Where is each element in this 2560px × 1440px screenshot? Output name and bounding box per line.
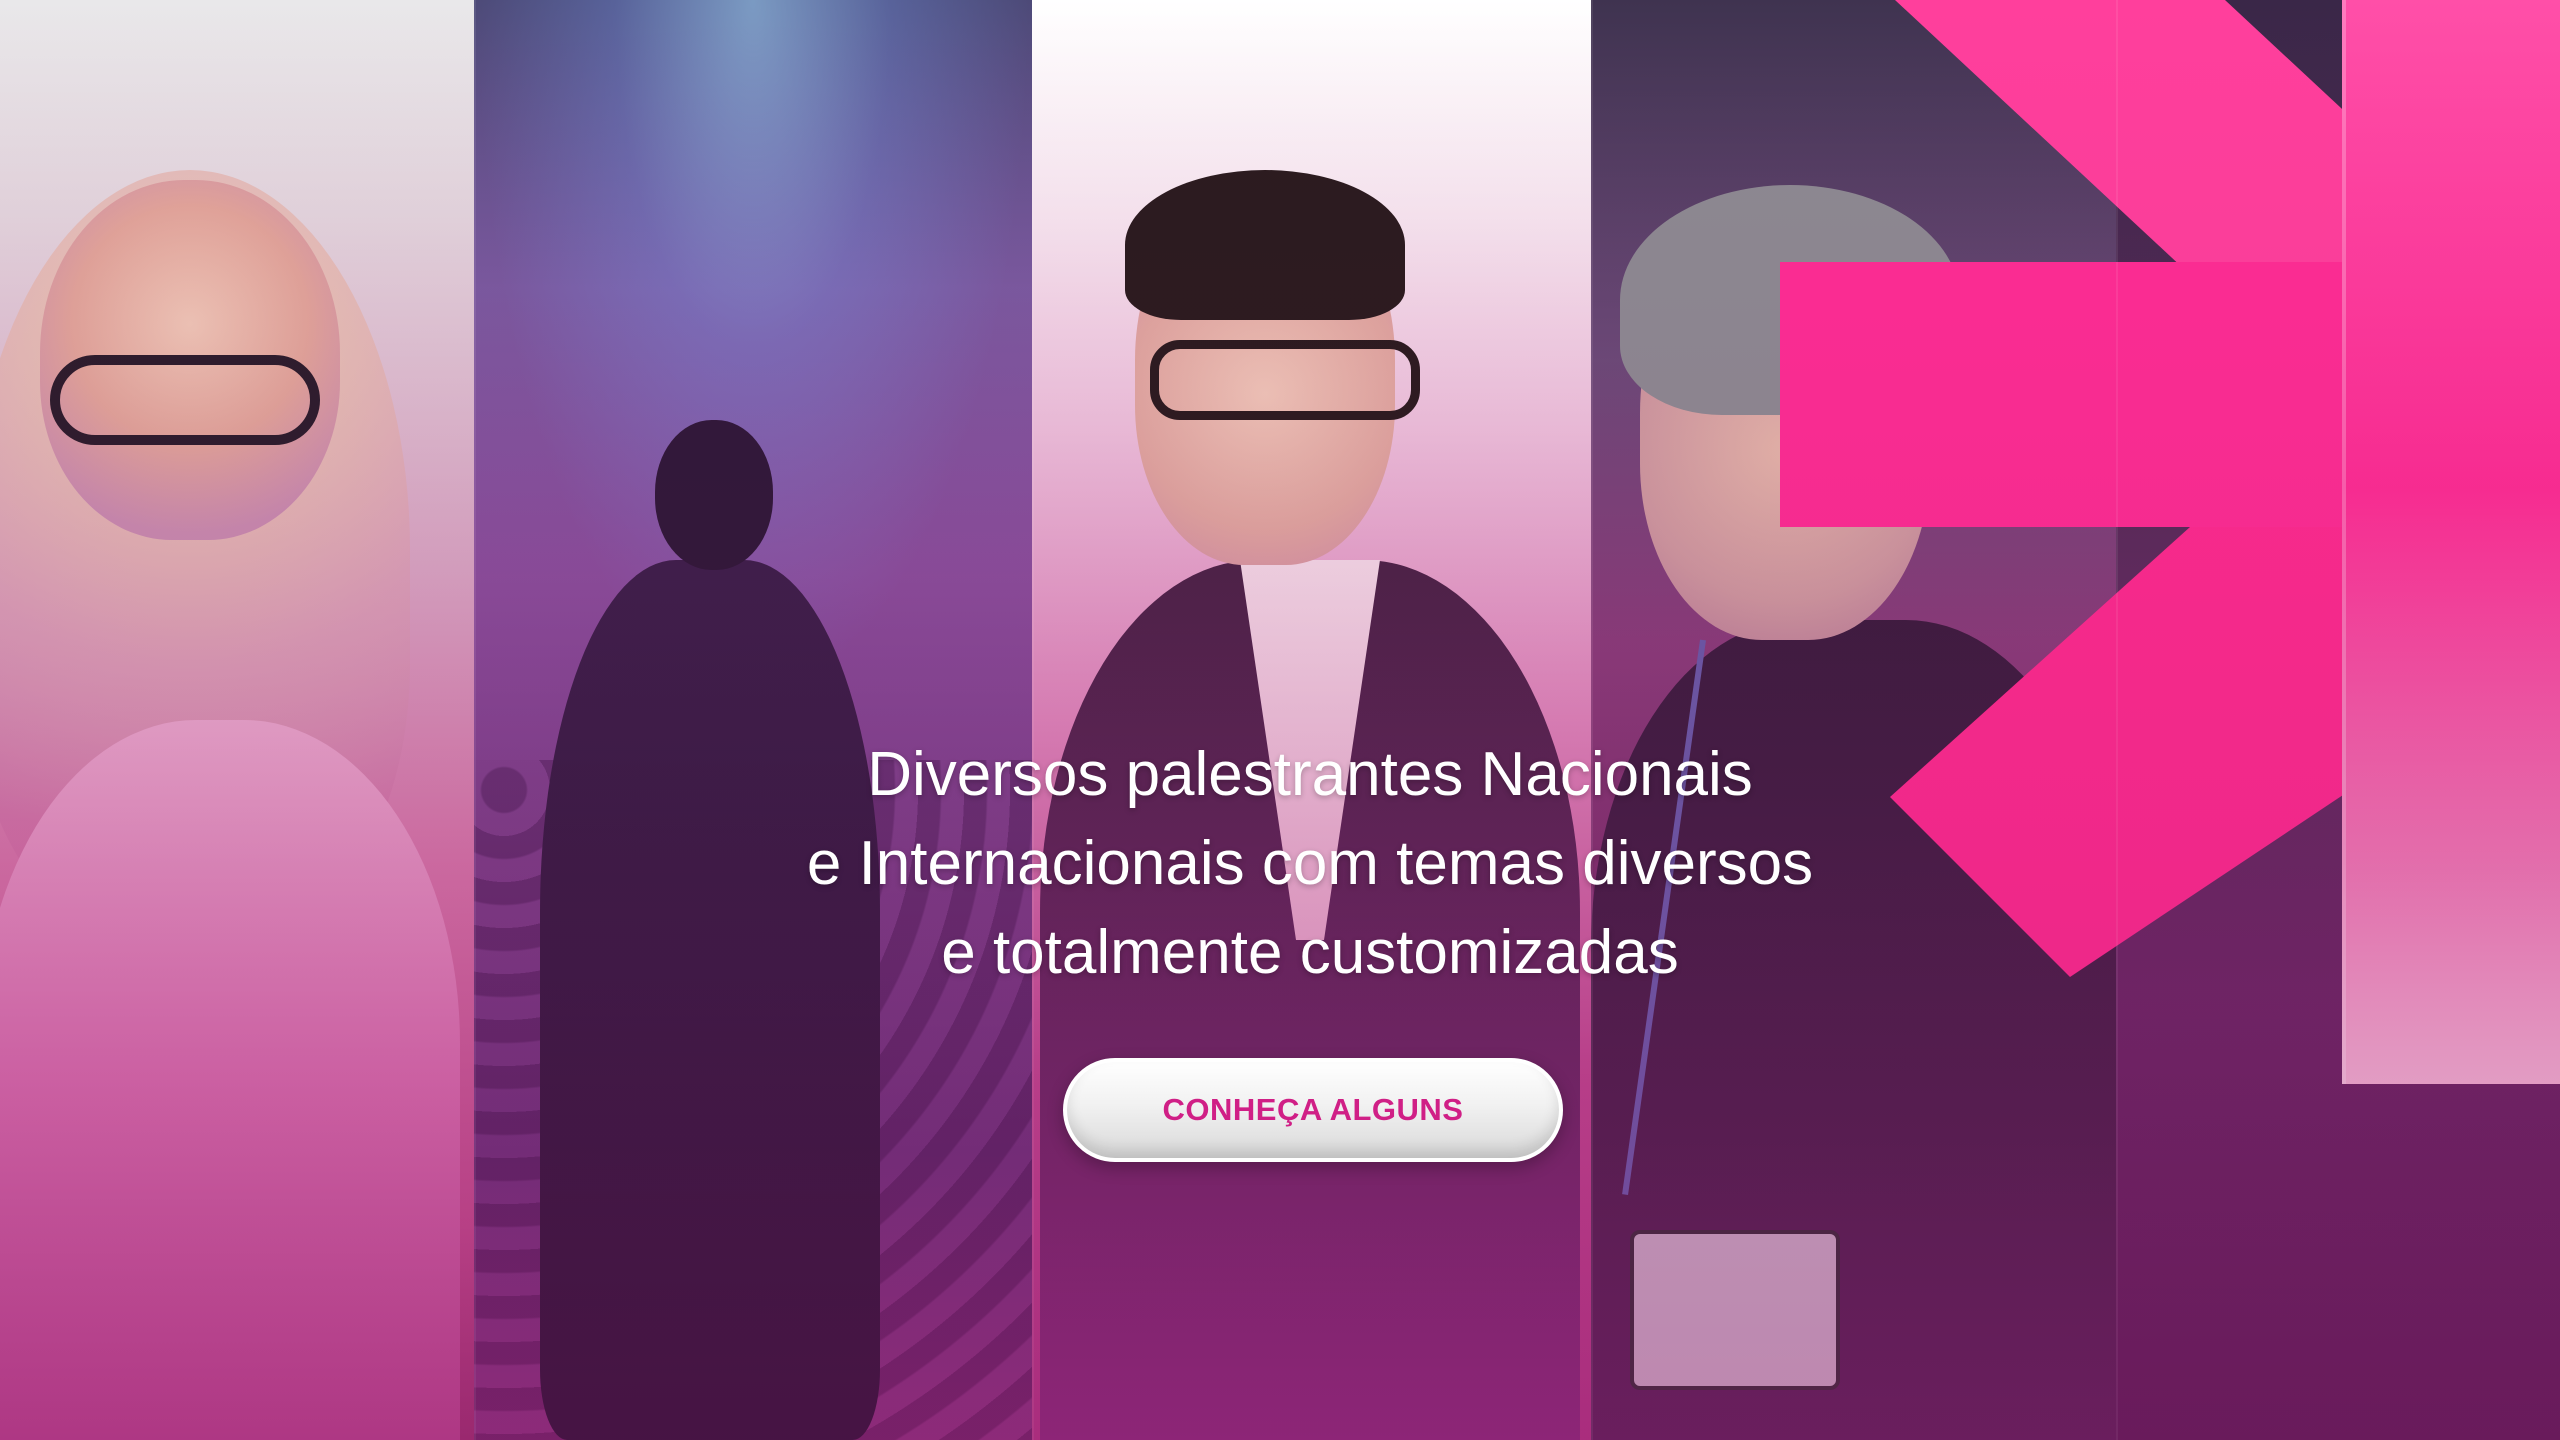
headline-line: e Internacionais com temas diversos [806,829,1814,898]
hero-section: Diversos palestrantes Nacionais e Intern… [0,0,2560,1440]
photo-panel-woman [0,0,474,1440]
panel-divider [1032,0,1034,1440]
hero-headline: Diversos palestrantes Nacionais e Intern… [0,730,2560,997]
headline-line: e totalmente customizadas [941,918,1679,987]
panel-divider [474,0,476,1440]
speaker-head [655,420,773,570]
photo-panel-stage [474,0,1032,1440]
cta-button-label: CONHEÇA ALGUNS [1162,1092,1464,1127]
speaker-silhouette [540,560,880,1440]
glasses-icon [1150,340,1420,420]
headline-line: Diversos palestrantes Nacionais [867,740,1753,809]
man-hair [1125,170,1405,320]
glasses-icon [50,355,320,445]
badge-icon [1630,1230,1840,1390]
panel-divider [1591,0,1593,1440]
photo-panel-man [1032,0,1591,1440]
panel-divider [2116,0,2118,1440]
conheca-alguns-button[interactable]: CONHEÇA ALGUNS [1063,1058,1563,1162]
